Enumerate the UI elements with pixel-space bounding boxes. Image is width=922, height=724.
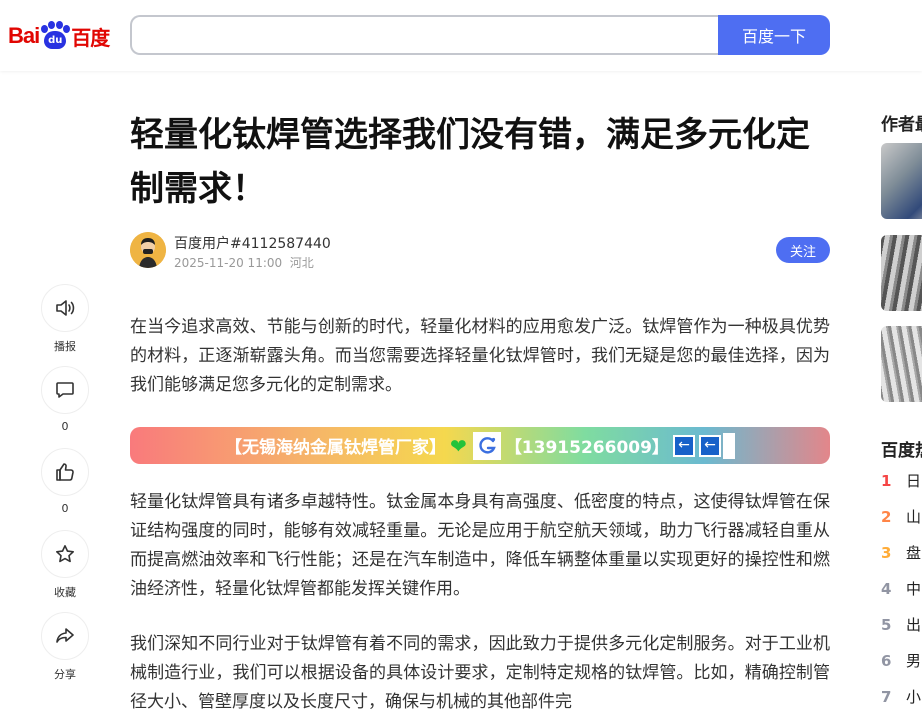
author-works-title: 作者最: [881, 115, 922, 135]
hot-search-text: 出: [906, 616, 922, 634]
hot-search-rank: 2: [881, 508, 892, 526]
banner-phone: 【13915266009】: [504, 438, 669, 458]
hot-search-item[interactable]: 3盘: [881, 542, 921, 563]
favorite-button[interactable]: [41, 530, 89, 578]
hot-search-text: 山: [906, 508, 922, 526]
logo-text-du: du: [44, 31, 67, 49]
hot-search-item[interactable]: 1日: [881, 470, 921, 491]
publish-time: 2025-11-20 11:00: [174, 256, 283, 270]
like-button[interactable]: [41, 448, 89, 496]
top-header: Bai du 百度 百度一下: [0, 0, 922, 71]
share-button[interactable]: [41, 612, 89, 660]
broadcast-button[interactable]: [41, 284, 89, 332]
logo-text-baidu: 百度: [71, 25, 110, 50]
hot-search-rank: 1: [881, 472, 892, 490]
article-paragraph: 我们深知不同行业对于钛焊管有着不同的需求，因此致力于提供多元化定制服务。对于工业…: [130, 634, 830, 712]
search-input[interactable]: [130, 15, 730, 55]
avatar-person-icon: [130, 232, 166, 268]
broadcast-action[interactable]: 播报: [40, 284, 90, 366]
favorite-action[interactable]: 收藏: [40, 530, 90, 612]
hot-search-item[interactable]: 7小: [881, 686, 921, 707]
author-work-thumbnail[interactable]: [881, 326, 922, 402]
hot-search-text: 男: [906, 652, 922, 670]
hot-search-text: 盘: [906, 544, 922, 562]
star-icon: [56, 545, 74, 563]
broadcast-label: 播报: [54, 340, 76, 353]
publish-location: 河北: [289, 256, 314, 270]
hot-search-rank: 7: [881, 688, 892, 706]
baidu-logo[interactable]: Bai du 百度: [8, 18, 112, 54]
author-work-thumbnail[interactable]: [881, 143, 922, 219]
hot-search-rank: 5: [881, 616, 892, 634]
banner-company: 【无锡海纳金属钛焊管厂家】: [225, 438, 447, 458]
comment-action[interactable]: 0: [40, 366, 90, 448]
author-bar: 百度用户#4112587440 2025-11-20 11:00 河北 关注: [130, 232, 830, 272]
hot-search-rank: 4: [881, 580, 892, 598]
contact-banner: 【无锡海纳金属钛焊管厂家】 ❤ 【13915266009】 ← ←: [130, 427, 830, 464]
action-rail: 播报 0 0 收藏 分享: [40, 284, 90, 694]
share-action[interactable]: 分享: [40, 612, 90, 694]
hot-search-item[interactable]: 4中: [881, 578, 921, 599]
author-name[interactable]: 百度用户#4112587440: [174, 233, 331, 253]
green-heart-icon: ❤: [450, 433, 467, 458]
like-action[interactable]: 0: [40, 448, 90, 530]
hot-search-rank: 6: [881, 652, 892, 670]
hot-search-item[interactable]: 5出: [881, 614, 921, 635]
hot-search-item[interactable]: 6男: [881, 650, 921, 671]
favorite-label: 收藏: [54, 586, 76, 599]
author-work-thumbnail[interactable]: [881, 235, 922, 311]
author-avatar[interactable]: [130, 232, 166, 268]
hot-search-text: 小: [906, 688, 922, 706]
share-label: 分享: [54, 668, 76, 681]
hot-search-item[interactable]: 2山: [881, 506, 921, 527]
author-meta: 2025-11-20 11:00 河北: [174, 254, 314, 271]
search-button[interactable]: 百度一下: [718, 15, 830, 55]
comment-icon: [56, 382, 74, 398]
left-arrow-icon: ←: [672, 434, 695, 457]
speaker-icon: [56, 300, 75, 316]
hot-search-text: 日: [906, 472, 922, 490]
hot-search-title: 百度热: [881, 441, 922, 461]
logo-text-bai: Bai: [8, 23, 40, 48]
comment-button[interactable]: [41, 366, 89, 414]
like-count: 0: [61, 502, 69, 515]
article-paragraph: 轻量化钛焊管具有诸多卓越特性。钛金属本身具有高强度、低密度的特点，这使得钛焊管在…: [130, 492, 830, 599]
article-paragraph: 在当今追求高效、节能与创新的时代，轻量化材料的应用愈发广泛。钛焊管作为一种极具优…: [130, 317, 830, 395]
share-icon: [56, 628, 74, 643]
follow-button[interactable]: 关注: [776, 237, 830, 263]
thumbs-up-icon: [56, 463, 74, 481]
hot-search-rank: 3: [881, 544, 892, 562]
hot-search-text: 中: [906, 580, 922, 598]
article-title: 轻量化钛焊管选择我们没有错，满足多元化定制需求！: [130, 115, 810, 209]
comment-count: 0: [61, 420, 69, 433]
search-bar: 百度一下: [130, 15, 830, 55]
left-arrow-icon: ←: [698, 434, 721, 457]
banner-blank-block: [722, 432, 735, 459]
brand-g-icon: [472, 431, 501, 460]
paw-icon: du: [40, 21, 71, 51]
